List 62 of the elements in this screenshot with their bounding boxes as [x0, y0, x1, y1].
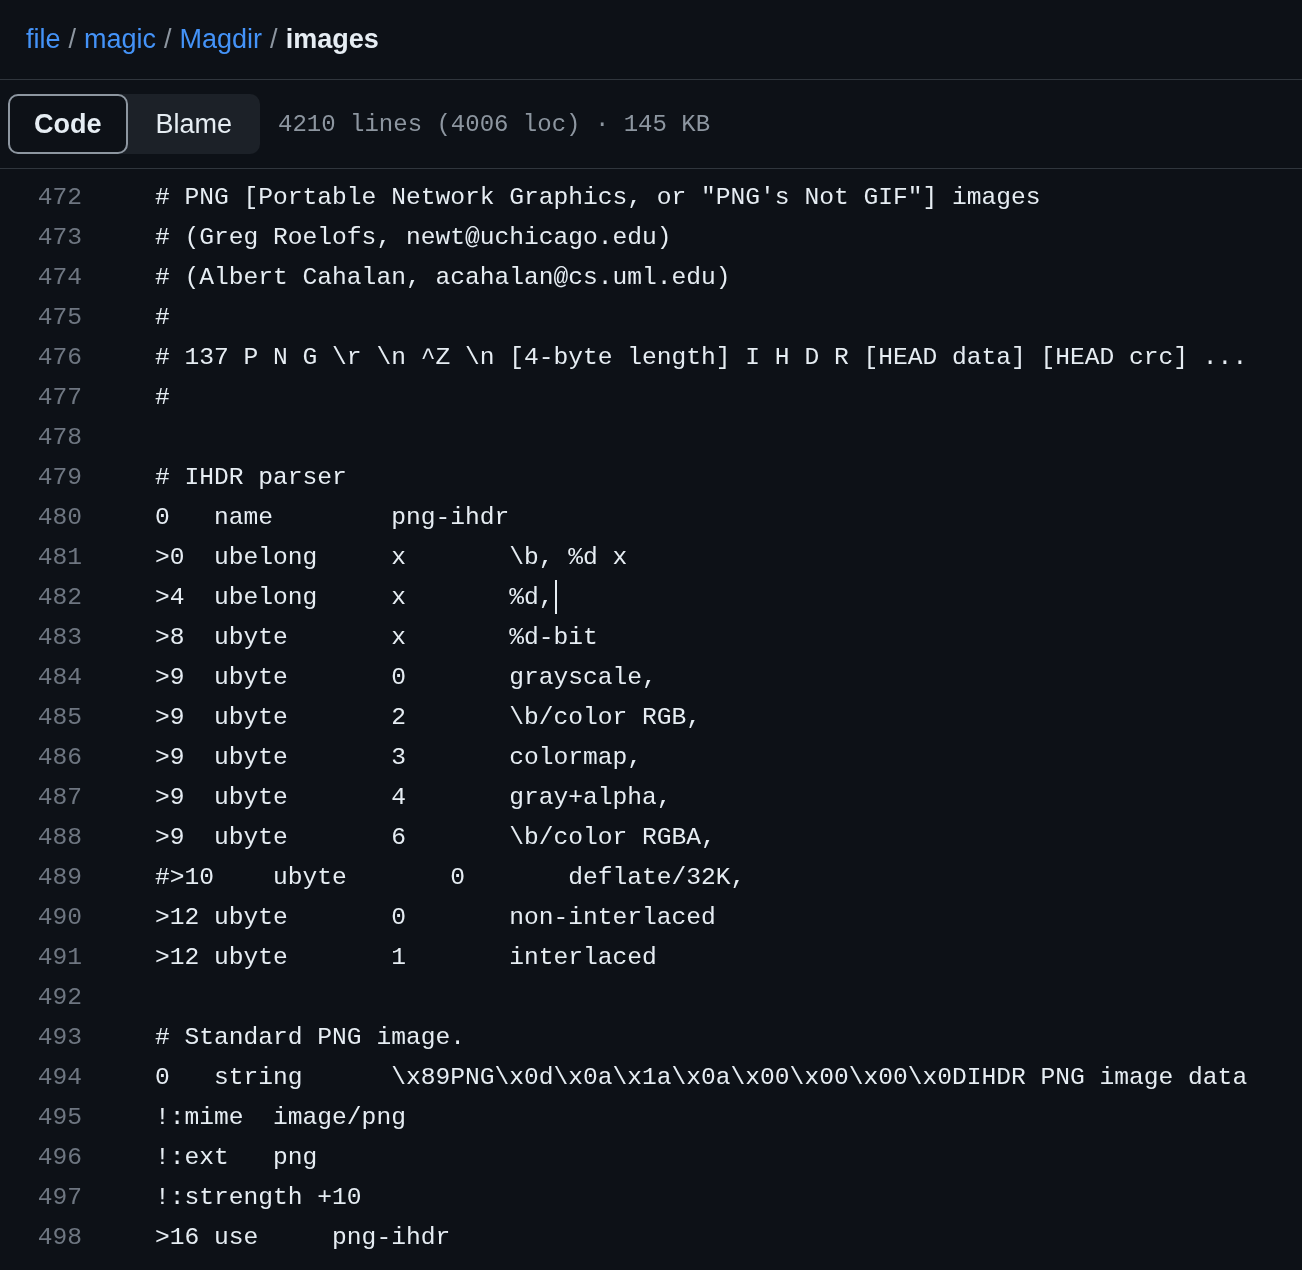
line-number: 494 [36, 1063, 82, 1091]
code-line: # IHDR parser [155, 463, 347, 491]
line-number: 489 [36, 863, 82, 891]
line-number: 490 [36, 903, 82, 931]
breadcrumb-link[interactable]: Magdir [179, 24, 263, 55]
code-line: # 137 P N G \r \n ^Z \n [4-byte length] I H D R [HEAD data] [HEAD crc] ... [155, 343, 1248, 371]
line-number: 482 [36, 583, 82, 611]
code-line: >9 ubyte 3 colormap, [155, 743, 643, 771]
line-number: 492 [36, 983, 82, 1011]
code-line: # [155, 303, 170, 331]
code-line: >8 ubyte x %d-bit [155, 623, 598, 651]
file-stats: 4210 lines (4006 loc) · 145 KB [278, 110, 711, 138]
code-line: !:ext png [155, 1143, 318, 1171]
code-line: >9 ubyte 0 grayscale, [155, 663, 657, 691]
code-line: # Standard PNG image. [155, 1023, 465, 1051]
code-line: # PNG [Portable Network Graphics, or "PNG's Not GIF"] images [155, 183, 1041, 211]
line-number: 473 [36, 223, 82, 251]
path-separator: / [270, 24, 278, 55]
line-number: 488 [36, 823, 82, 851]
code-line: #>10 ubyte 0 deflate/32K, [155, 863, 746, 891]
line-number: 498 [36, 1223, 82, 1251]
line-number: 495 [36, 1103, 82, 1131]
code-line: >16 use png-ihdr [155, 1223, 451, 1251]
line-number: 477 [36, 383, 82, 411]
code-line: 0 name png-ihdr [155, 503, 510, 531]
code-line: # (Greg Roelofs, newt@uchicago.edu) [155, 223, 672, 251]
path-separator: / [164, 24, 172, 55]
line-number: 493 [36, 1023, 82, 1051]
code-line: !:mime image/png [155, 1103, 406, 1131]
line-number: 481 [36, 543, 82, 571]
view-tab[interactable]: Code [8, 94, 128, 154]
line-number: 485 [36, 703, 82, 731]
code-line: >9 ubyte 4 gray+alpha, [155, 783, 672, 811]
line-number: 484 [36, 663, 82, 691]
code-line: >12 ubyte 0 non-interlaced [155, 903, 716, 931]
line-number: 478 [36, 423, 82, 451]
breadcrumb-link[interactable]: file [26, 24, 61, 55]
code-line: # (Albert Cahalan, acahalan@cs.uml.edu) [155, 263, 731, 291]
line-number: 491 [36, 943, 82, 971]
view-tab[interactable]: Blame [127, 94, 261, 154]
code-line: >12 ubyte 1 interlaced [155, 943, 657, 971]
line-number: 497 [36, 1183, 82, 1211]
code-line: >4 ubelong x %d, [155, 583, 554, 611]
current-file-name: images [285, 24, 379, 55]
code-line: >0 ubelong x \b, %d x [155, 543, 628, 571]
line-number: 472 [36, 183, 82, 211]
code-line: # [155, 383, 170, 411]
line-number: 487 [36, 783, 82, 811]
line-number: 483 [36, 623, 82, 651]
code-line: !:strength +10 [155, 1183, 362, 1211]
line-number: 486 [36, 743, 82, 771]
code-line: >9 ubyte 6 \b/color RGBA, [155, 823, 716, 851]
line-number: 475 [36, 303, 82, 331]
code-line: 0 string \x89PNG\x0d\x0a\x1a\x0a\x00\x00\x00\x0DIHDR PNG image data [155, 1063, 1248, 1091]
line-number: 476 [36, 343, 82, 371]
breadcrumb-link[interactable]: magic [84, 24, 157, 55]
line-number: 479 [36, 463, 82, 491]
line-number: 496 [36, 1143, 82, 1171]
line-number: 480 [36, 503, 82, 531]
code-line: >9 ubyte 2 \b/color RGB, [155, 703, 702, 731]
line-number: 474 [36, 263, 82, 291]
path-separator: / [68, 24, 77, 55]
